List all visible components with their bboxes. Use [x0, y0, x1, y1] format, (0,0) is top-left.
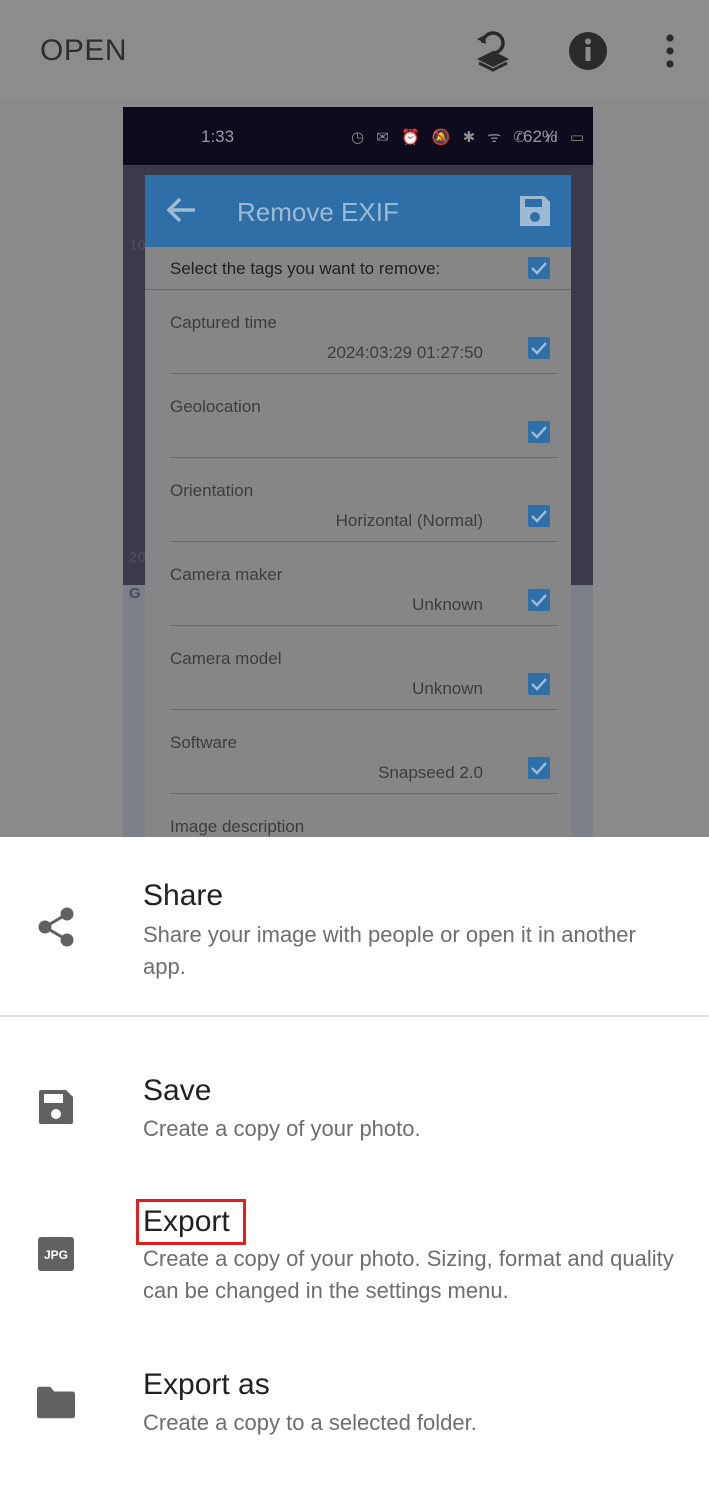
screenshot-preview: 1:33 ◷ ✉ ⏰ 🔕 ✱ ᯤ ✆ .ıl ▭ 62% 10 20 G Rem… [123, 107, 593, 837]
tag-value: Snapseed 2.0 [378, 763, 483, 782]
info-icon[interactable] [565, 28, 611, 74]
divider [170, 373, 558, 374]
tag-value: Horizontal (Normal) [335, 511, 483, 530]
layers-undo-icon[interactable] [470, 28, 516, 74]
export-as-option[interactable]: Export as Create a copy to a selected fo… [0, 1367, 709, 1477]
option-title: Save [143, 1074, 212, 1107]
save-icon [36, 1087, 76, 1127]
exif-tag-row: Software Snapseed 2.0 [145, 733, 571, 817]
option-description: Create a copy of your photo. Sizing, for… [143, 1246, 674, 1303]
tag-label: Captured time [170, 313, 277, 332]
top-toolbar: OPEN [0, 0, 709, 100]
side-label: 20 [129, 549, 146, 566]
option-title: Share [143, 879, 224, 912]
tag-checkbox [528, 673, 550, 695]
tag-value: 2024:03:29 01:27:50 [327, 343, 483, 362]
dialog-subtitle: Select the tags you want to remove: [170, 259, 441, 278]
exif-tag-row: Captured time 2024:03:29 01:27:50 [145, 313, 571, 397]
exif-tag-row: Geolocation [145, 397, 571, 481]
remove-exif-dialog: Remove EXIF Select the tags you want to … [145, 175, 571, 837]
exif-tag-row: Orientation Horizontal (Normal) [145, 481, 571, 565]
side-label: G [129, 585, 141, 602]
jpg-icon-text: JPG [44, 1248, 68, 1262]
back-arrow-icon [165, 195, 197, 230]
option-description: Create a copy of your photo. [143, 1116, 421, 1141]
divider [170, 625, 558, 626]
tag-label: Geolocation [170, 397, 261, 416]
select-all-checkbox [528, 257, 550, 279]
dialog-header: Remove EXIF [145, 175, 571, 247]
divider [170, 541, 558, 542]
export-bottom-sheet: Share Share your image with people or op… [0, 837, 709, 1485]
tag-label: Camera maker [170, 565, 283, 584]
option-description: Share your image with people or open it … [143, 922, 636, 979]
divider [170, 457, 558, 458]
exif-tag-row: Camera model Unknown [145, 649, 571, 733]
share-icon [36, 907, 76, 947]
tag-checkbox [528, 421, 550, 443]
tag-value: Unknown [412, 595, 483, 614]
more-vert-icon[interactable] [650, 28, 690, 74]
export-option[interactable]: JPG Export Create a copy of your photo. … [0, 1201, 709, 1331]
tag-checkbox [528, 337, 550, 359]
phone-status-bar: 1:33 ◷ ✉ ⏰ 🔕 ✱ ᯤ ✆ .ıl ▭ 62% [123, 107, 593, 165]
divider [0, 1015, 709, 1017]
tag-label: Software [170, 733, 238, 752]
tag-checkbox [528, 505, 550, 527]
side-label: 10 [129, 237, 146, 254]
option-description: Create a copy to a selected folder. [143, 1410, 477, 1435]
tag-label: Orientation [170, 481, 254, 500]
tag-checkbox [528, 589, 550, 611]
divider [170, 709, 558, 710]
divider [170, 793, 558, 794]
option-title: Export as [143, 1368, 270, 1401]
tag-value: Unknown [412, 679, 483, 698]
status-time: 1:33 [201, 127, 235, 146]
share-option[interactable]: Share Share your image with people or op… [0, 837, 709, 1015]
exif-tag-row: Image description [145, 817, 571, 837]
save-option[interactable]: Save Create a copy of your photo. [0, 1067, 709, 1177]
folder-icon [36, 1382, 76, 1422]
exif-tag-row: Camera maker Unknown [145, 565, 571, 649]
export-highlight-box [136, 1199, 246, 1245]
image-preview: 1:33 ◷ ✉ ⏰ 🔕 ✱ ᯤ ✆ .ıl ▭ 62% 10 20 G Rem… [0, 100, 709, 837]
save-icon [518, 194, 552, 233]
tag-checkbox [528, 757, 550, 779]
divider [145, 289, 571, 290]
tag-label: Camera model [170, 649, 282, 668]
tag-label: Image description [170, 817, 305, 836]
status-battery: 62% [523, 127, 558, 146]
dialog-title: Remove EXIF [237, 197, 399, 227]
open-button[interactable]: OPEN [40, 34, 127, 68]
jpg-icon: JPG [36, 1234, 76, 1274]
